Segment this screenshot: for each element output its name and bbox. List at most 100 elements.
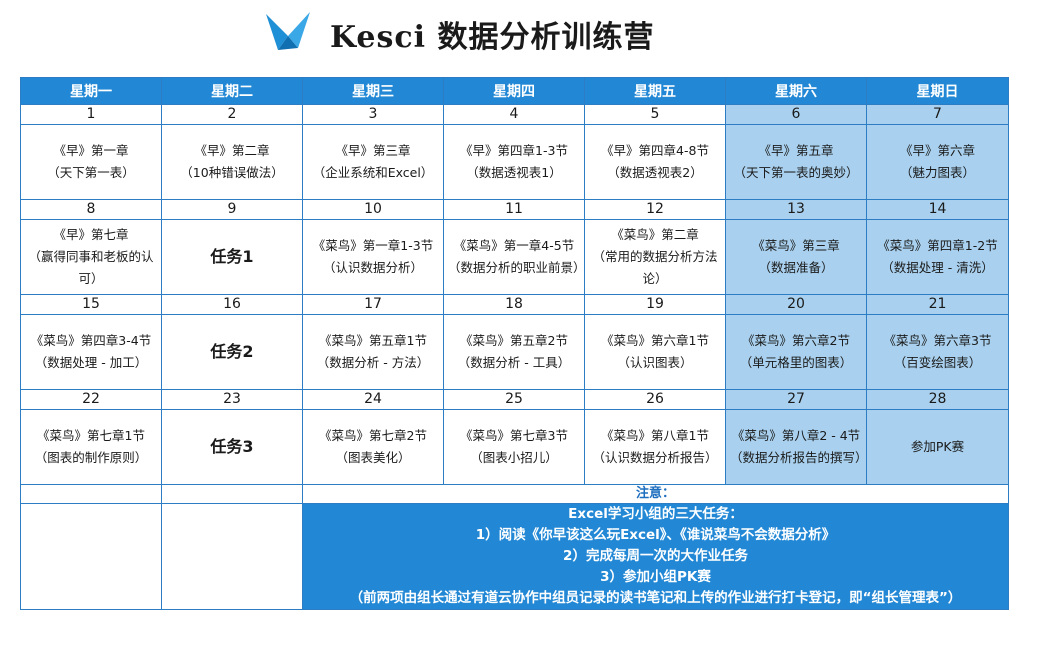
lesson-cell: 《菜鸟》第四章1-2节 （数据处理 - 清洗） <box>866 219 1009 295</box>
lesson-topic: （数据透视表2） <box>607 165 703 180</box>
lesson-cell: 《早》第二章 （10种错误做法） <box>161 124 303 200</box>
lesson-chapter: 《菜鸟》第七章2节 <box>319 428 427 443</box>
lesson-topic: （数据分析 - 工具） <box>457 355 571 370</box>
lesson-topic: （魅力图表） <box>899 165 975 180</box>
lesson-cell: 参加PK赛 <box>866 409 1009 485</box>
date-number: 10 <box>302 199 444 220</box>
date-number: 24 <box>302 389 444 410</box>
notes-line: 3）参加小组PK赛 <box>600 569 711 585</box>
date-number: 22 <box>20 389 162 410</box>
lesson-cell: 《菜鸟》第二章 （常用的数据分析方法论） <box>584 219 726 295</box>
weekday-thu: 星期四 <box>443 77 585 105</box>
task-label: 任务1 <box>210 246 254 266</box>
notes-label-row: 注意： <box>20 484 1009 504</box>
lesson-cell: 《菜鸟》第三章 （数据准备） <box>725 219 867 295</box>
lesson-chapter: 《菜鸟》第五章2节 <box>460 333 568 348</box>
lesson-cell: 《菜鸟》第一章4-5节 （数据分析的职业前景） <box>443 219 585 295</box>
notes-spacer-cell <box>20 484 162 504</box>
lesson-cell: 《菜鸟》第五章1节 （数据分析 - 方法） <box>302 314 444 390</box>
date-number: 1 <box>20 104 162 125</box>
lesson-chapter: 《菜鸟》第一章1-3节 <box>312 238 434 253</box>
lesson-chapter: 《菜鸟》第四章1-2节 <box>877 238 998 253</box>
lesson-cell: 《菜鸟》第七章2节 （图表美化） <box>302 409 444 485</box>
date-number: 16 <box>161 294 303 315</box>
date-number: 25 <box>443 389 585 410</box>
lesson-cell: 《早》第四章4-8节 （数据透视表2） <box>584 124 726 200</box>
date-number: 3 <box>302 104 444 125</box>
lesson-chapter: 《早》第七章 <box>53 227 129 242</box>
lesson-chapter: 《菜鸟》第五章1节 <box>319 333 427 348</box>
date-number: 6 <box>725 104 867 125</box>
notes-line: 2）完成每周一次的大作业任务 <box>563 548 748 564</box>
date-number: 12 <box>584 199 726 220</box>
lesson-cell: 《菜鸟》第四章3-4节 （数据处理 - 加工） <box>20 314 162 390</box>
lesson-chapter: 《菜鸟》第三章 <box>752 238 840 253</box>
date-number: 23 <box>161 389 303 410</box>
lesson-topic: （数据处理 - 清洗） <box>881 260 994 275</box>
notes-label: 注意： <box>302 484 1009 504</box>
lesson-cell: 《菜鸟》第一章1-3节 （认识数据分析） <box>302 219 444 295</box>
date-number: 7 <box>866 104 1009 125</box>
date-number: 14 <box>866 199 1009 220</box>
lesson-chapter: 《早》第二章 <box>194 143 270 158</box>
weekday-tue: 星期二 <box>161 77 303 105</box>
lesson-topic: （赢得同事和老板的认可） <box>28 249 154 286</box>
lesson-topic: （数据分析 - 方法） <box>316 355 430 370</box>
weekday-fri: 星期五 <box>584 77 726 105</box>
date-number: 17 <box>302 294 444 315</box>
date-number: 20 <box>725 294 867 315</box>
lesson-chapter: 《早》第四章1-3节 <box>460 143 568 158</box>
page-title: Kesci 数据分析训练营 <box>330 16 655 60</box>
lesson-cell: 《早》第五章 （天下第一表的奥妙） <box>725 124 867 200</box>
weekday-wed: 星期三 <box>302 77 444 105</box>
lesson-row: 《早》第七章 （赢得同事和老板的认可） 任务1 《菜鸟》第一章1-3节 （认识数据分析）… <box>20 219 1009 295</box>
date-number: 27 <box>725 389 867 410</box>
task-cell: 任务2 <box>161 314 303 390</box>
lesson-topic: （认识数据分析） <box>322 260 423 275</box>
lesson-cell: 《早》第四章1-3节 （数据透视表1） <box>443 124 585 200</box>
lesson-cell: 《早》第三章 （企业系统和Excel） <box>302 124 444 200</box>
lesson-topic: （认识数据分析报告） <box>592 450 718 465</box>
notes-line: 1）阅读《你早该这么玩Excel》、《谁说菜鸟不会数据分析》 <box>475 527 836 543</box>
notes-box: Excel学习小组的三大任务： 1）阅读《你早该这么玩Excel》、《谁说菜鸟不… <box>302 503 1009 610</box>
lesson-chapter: 《菜鸟》第六章3节 <box>883 333 992 348</box>
lesson-chapter: 《早》第六章 <box>899 143 975 158</box>
lesson-topic: （数据透视表1） <box>466 165 562 180</box>
lesson-topic: （企业系统和Excel） <box>312 165 434 180</box>
lesson-row: 《菜鸟》第四章3-4节 （数据处理 - 加工） 任务2 《菜鸟》第五章1节 （数据分析 … <box>20 314 1009 390</box>
lesson-chapter: 《早》第五章 <box>758 143 834 158</box>
lesson-cell: 《菜鸟》第六章2节 （单元格里的图表） <box>725 314 867 390</box>
weekday-sun: 星期日 <box>866 77 1009 105</box>
date-number: 28 <box>866 389 1009 410</box>
lesson-cell: 《菜鸟》第六章1节 （认识图表） <box>584 314 726 390</box>
lesson-chapter: 《早》第四章4-8节 <box>601 143 709 158</box>
title-text: 数据分析训练营 <box>426 20 655 55</box>
lesson-chapter: 《菜鸟》第一章4-5节 <box>453 238 575 253</box>
date-number: 8 <box>20 199 162 220</box>
lesson-topic: （数据处理 - 加工） <box>34 355 148 370</box>
notes-row: Excel学习小组的三大任务： 1）阅读《你早该这么玩Excel》、《谁说菜鸟不… <box>20 503 1009 610</box>
lesson-cell: 《菜鸟》第五章2节 （数据分析 - 工具） <box>443 314 585 390</box>
date-number: 9 <box>161 199 303 220</box>
brand-name: Kesci <box>330 20 427 55</box>
lesson-topic: （图表的制作原则） <box>34 450 148 465</box>
date-number: 4 <box>443 104 585 125</box>
lesson-topic: （单元格里的图表） <box>739 355 853 370</box>
task-cell: 任务3 <box>161 409 303 485</box>
notes-line: （前两项由组长通过有道云协作中组员记录的读书笔记和上传的作业进行打卡登记，即“组… <box>349 590 962 606</box>
lesson-topic: （图表美化） <box>335 450 411 465</box>
date-number: 26 <box>584 389 726 410</box>
date-number: 13 <box>725 199 867 220</box>
notes-line: Excel学习小组的三大任务： <box>568 506 743 522</box>
lesson-chapter: 参加PK赛 <box>910 439 965 454</box>
notes-spacer-cell <box>161 503 303 610</box>
lesson-chapter: 《菜鸟》第八章1节 <box>601 428 709 443</box>
lesson-chapter: 《菜鸟》第七章3节 <box>460 428 568 443</box>
lesson-cell: 《菜鸟》第七章3节 （图表小招儿） <box>443 409 585 485</box>
weekday-header-row: 星期一 星期二 星期三 星期四 星期五 星期六 星期日 <box>20 77 1009 105</box>
task-cell: 任务1 <box>161 219 303 295</box>
lesson-chapter: 《菜鸟》第二章 <box>611 227 699 242</box>
lesson-chapter: 《早》第三章 <box>335 143 411 158</box>
lesson-topic: （天下第一表的奥妙） <box>733 165 859 180</box>
lesson-cell: 《菜鸟》第八章2 - 4节 （数据分析报告的撰写） <box>725 409 867 485</box>
